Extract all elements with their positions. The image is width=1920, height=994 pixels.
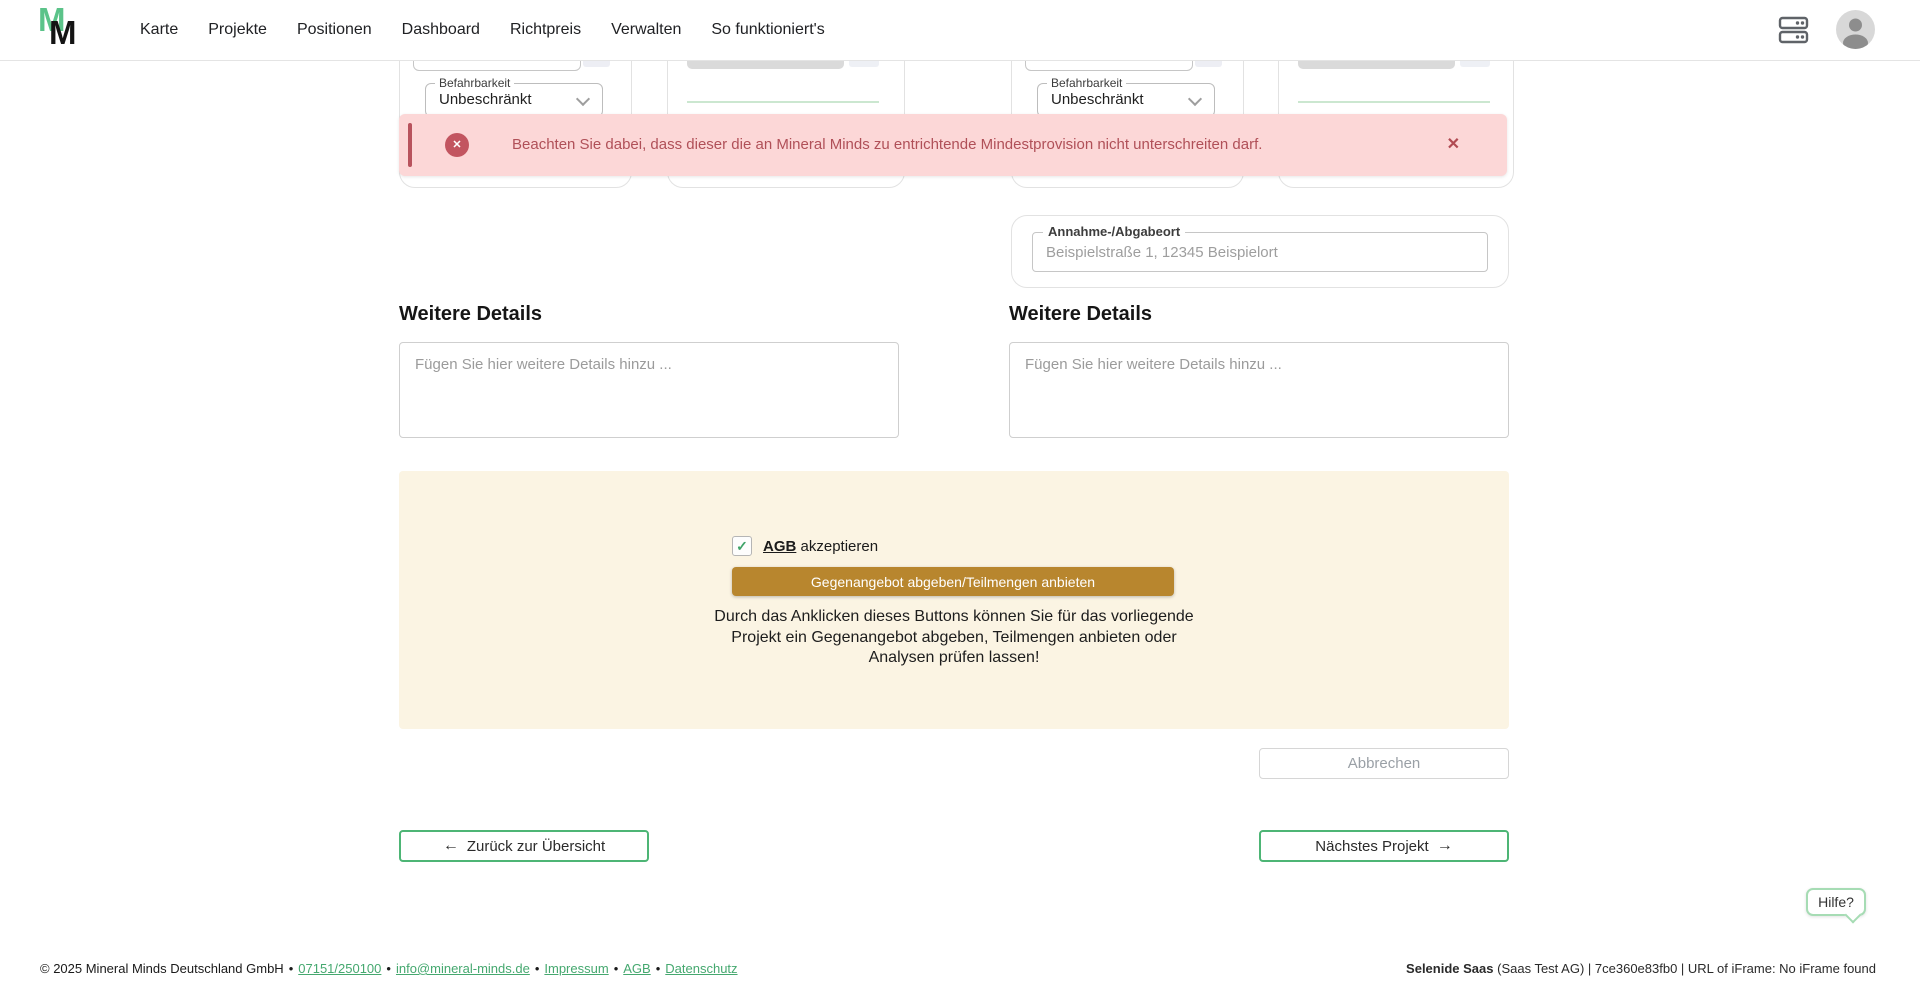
chevron-down-icon [1188,92,1202,106]
nav-item-projekte[interactable]: Projekte [208,21,267,39]
offer-description-line: Projekt ein Gegenangebot abgeben, Teilme… [399,628,1509,649]
error-alert: ✕ Beachten Sie dabei, dass dieser die an… [399,114,1507,176]
befahrbarkeit-label: Befahrbarkeit [435,76,514,90]
alert-accent-bar [408,123,412,167]
footer-app-name: Selenide Saas [1406,961,1493,976]
alert-message: Beachten Sie dabei, dass dieser die an M… [512,114,1262,176]
main-nav: Karte Projekte Positionen Dashboard Rich… [140,0,825,60]
back-to-overview-button[interactable]: ← Zurück zur Übersicht [399,830,649,862]
footer-left: © 2025 Mineral Minds Deutschland GmbH•07… [40,961,738,976]
location-input[interactable] [1044,234,1478,270]
details-textarea-right[interactable] [1009,342,1509,438]
agb-checkbox[interactable]: ✓ [732,536,752,556]
agb-link[interactable]: AGB [763,538,796,555]
footer-link-datenschutz[interactable]: Datenschutz [665,961,737,976]
help-label: Hilfe? [1818,894,1854,910]
next-button-label: Nächstes Projekt [1315,838,1428,855]
nav-item-so-funktionierts[interactable]: So funktioniert's [711,21,824,39]
footer-copyright: © 2025 Mineral Minds Deutschland GmbH [40,961,284,976]
dns-icon[interactable] [1778,16,1810,49]
footer-app-info: (Saas Test AG) | 7ce360e83fb0 | URL of i… [1494,961,1877,976]
agb-suffix: akzeptieren [796,538,878,555]
nav-item-dashboard[interactable]: Dashboard [402,21,480,39]
offer-description: Durch das Anklicken dieses Buttons könne… [399,607,1509,669]
details-textarea-left[interactable] [399,342,899,438]
mineral-minds-logo[interactable]: M M [38,3,92,57]
divider-green [1298,101,1490,103]
next-project-button[interactable]: Nächstes Projekt → [1259,830,1509,862]
offer-panel: ✓ AGB akzeptieren Gegenangebot abgeben/T… [399,471,1509,729]
nav-item-positionen[interactable]: Positionen [297,21,372,39]
header: M M Karte Projekte Positionen Dashboard … [0,0,1920,61]
befahrbarkeit-label: Befahrbarkeit [1047,76,1126,90]
details-title-right: Weitere Details [1009,303,1152,326]
nav-item-verwalten[interactable]: Verwalten [611,21,681,39]
location-card: Annahme-/Abgabeort [1011,215,1509,288]
location-field: Annahme-/Abgabeort [1032,232,1488,272]
nav-item-richtpreis[interactable]: Richtpreis [510,21,581,39]
befahrbarkeit-select[interactable]: Befahrbarkeit Unbeschränkt [425,83,603,117]
befahrbarkeit-select[interactable]: Befahrbarkeit Unbeschränkt [1037,83,1215,117]
footer-link-impressum[interactable]: Impressum [544,961,608,976]
arrow-left-icon: ← [443,838,459,854]
offer-description-line: Durch das Anklicken dieses Buttons könne… [399,607,1509,628]
befahrbarkeit-value: Unbeschränkt [1051,91,1144,108]
footer: © 2025 Mineral Minds Deutschland GmbH•07… [0,952,1920,986]
footer-link-phone[interactable]: 07151/250100 [298,961,381,976]
befahrbarkeit-value: Unbeschränkt [439,91,532,108]
agb-row: ✓ AGB akzeptieren [732,535,878,557]
nav-item-karte[interactable]: Karte [140,21,178,39]
cancel-button[interactable]: Abbrechen [1259,748,1509,779]
details-title-left: Weitere Details [399,303,542,326]
help-button[interactable]: Hilfe? [1806,888,1866,916]
user-avatar[interactable] [1836,10,1875,49]
arrow-right-icon: → [1437,838,1453,854]
logo-m-black: M [49,16,77,49]
counter-offer-button[interactable]: Gegenangebot abgeben/Teilmengen anbieten [732,567,1174,596]
footer-right: Selenide Saas (Saas Test AG) | 7ce360e83… [1406,961,1876,976]
offer-description-line: Analysen prüfen lassen! [399,648,1509,669]
footer-link-agb[interactable]: AGB [623,961,650,976]
close-icon[interactable]: ✕ [1447,134,1460,154]
divider-green [687,101,879,103]
footer-link-email[interactable]: info@mineral-minds.de [396,961,530,976]
chevron-down-icon [576,92,590,106]
agb-label: AGB akzeptieren [763,538,878,555]
error-badge-icon: ✕ [445,133,469,157]
back-button-label: Zurück zur Übersicht [467,838,605,855]
person-icon [1836,10,1875,49]
